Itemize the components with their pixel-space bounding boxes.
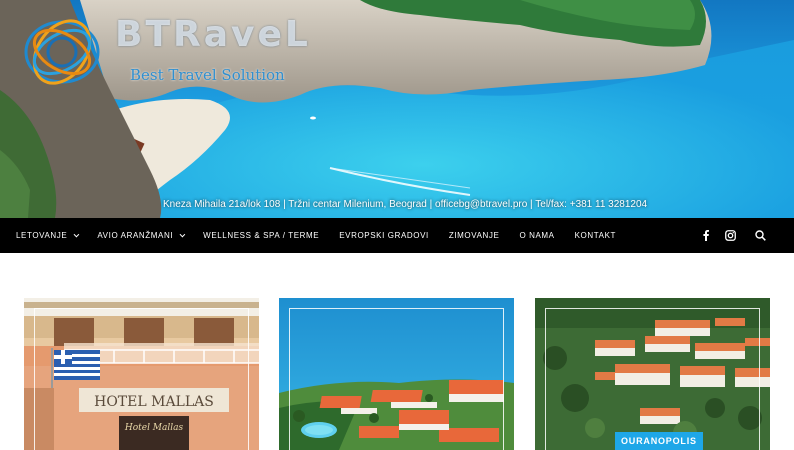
contact-center: Tržni centar Milenium, Beograd	[288, 199, 427, 210]
contact-phone: Tel/fax: +381 11 3281204	[535, 199, 648, 210]
contact-address: Kneza Mihaila 21a/lok 108	[163, 199, 281, 210]
resort-aerial-image	[279, 298, 514, 450]
contact-email[interactable]: officebg@btravel.pro	[435, 199, 527, 210]
destination-card-ouranopolis[interactable]: OURANOPOLIS	[535, 298, 770, 450]
nav-item-kontakt[interactable]: KONTAKT	[575, 231, 616, 240]
nav-item-zimovanje[interactable]: ZIMOVANJE	[449, 231, 500, 240]
nav-item-wellness[interactable]: WELLNESS & SPA / TERME	[203, 231, 319, 240]
nav-menu: LETOVANJE AVIO ARANŽMANI WELLNESS & SPA …	[16, 218, 636, 253]
nav-social-icons	[688, 218, 766, 253]
hero-banner: BTRaveL Best Travel Solution Kneza Mihai…	[0, 0, 794, 218]
brand-tagline: Best Travel Solution	[130, 66, 285, 84]
ouranopolis-image	[535, 298, 770, 450]
nav-item-avio-aranzmani[interactable]: AVIO ARANŽMANI	[97, 231, 186, 240]
instagram-icon[interactable]	[724, 230, 736, 242]
destination-badge[interactable]: OURANOPOLIS	[615, 432, 703, 450]
nav-item-letovanje[interactable]: LETOVANJE	[16, 231, 80, 240]
chevron-down-icon	[179, 231, 186, 237]
destination-card-hotel-mallas[interactable]: HOTEL MALLAS Hotel Mallas	[24, 298, 259, 450]
search-icon[interactable]	[754, 230, 766, 242]
nav-item-evropski-gradovi[interactable]: EVROPSKI GRADOVI	[339, 231, 429, 240]
hotel-mallas-door-sign: Hotel Mallas	[124, 423, 184, 433]
main-navigation: LETOVANJE AVIO ARANŽMANI WELLNESS & SPA …	[0, 218, 794, 253]
facebook-icon[interactable]	[700, 230, 712, 242]
chevron-down-icon	[73, 231, 80, 237]
hotel-mallas-sign: HOTEL MALLAS	[94, 394, 214, 410]
brand-name[interactable]: BTRaveL	[115, 14, 311, 55]
nav-item-o-nama[interactable]: O NAMA	[519, 231, 554, 240]
contact-line: Kneza Mihaila 21a/lok 108 | Tržni centar…	[163, 199, 648, 210]
hotel-mallas-image: HOTEL MALLAS Hotel Mallas	[24, 298, 259, 450]
destination-card-resort[interactable]	[279, 298, 514, 450]
